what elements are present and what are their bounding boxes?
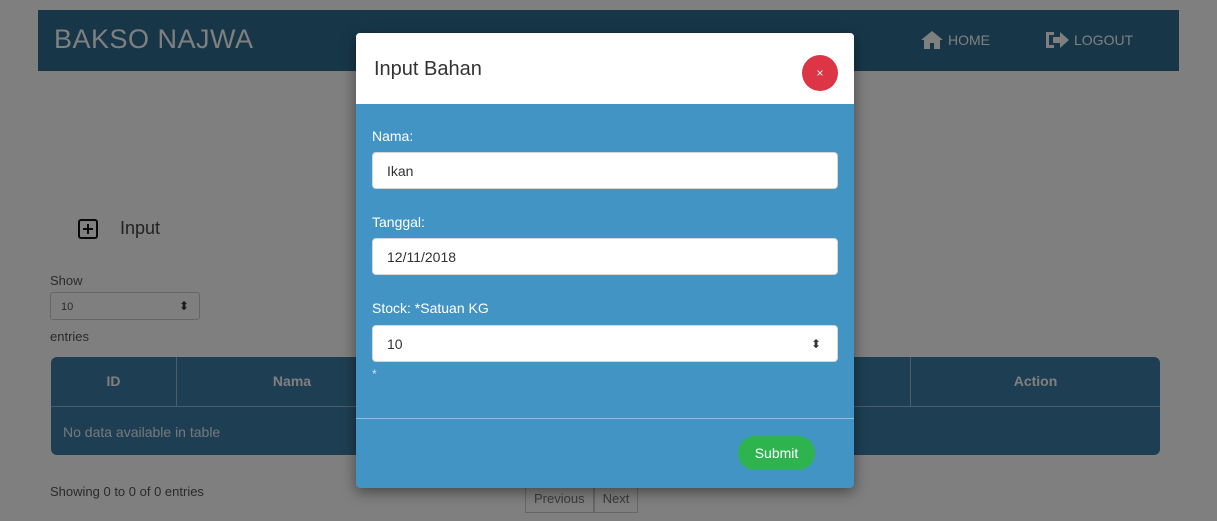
stock-field[interactable]: [372, 325, 838, 362]
number-stepper-icon[interactable]: ⬍: [811, 337, 821, 351]
nama-label: Nama:: [372, 128, 414, 144]
submit-button[interactable]: Submit: [738, 436, 815, 470]
nama-field[interactable]: [372, 152, 838, 189]
input-bahan-modal: Input Bahan × Nama: Tanggal: Stock: *Sat…: [356, 33, 854, 488]
modal-header: Input Bahan ×: [356, 33, 854, 104]
modal-title: Input Bahan: [374, 58, 482, 80]
stock-note: *: [372, 367, 377, 381]
close-button[interactable]: ×: [802, 55, 838, 91]
modal-footer-divider: [356, 418, 854, 419]
tanggal-field[interactable]: [372, 238, 838, 275]
tanggal-label: Tanggal:: [372, 214, 425, 230]
stock-label: Stock: *Satuan KG: [372, 300, 489, 316]
